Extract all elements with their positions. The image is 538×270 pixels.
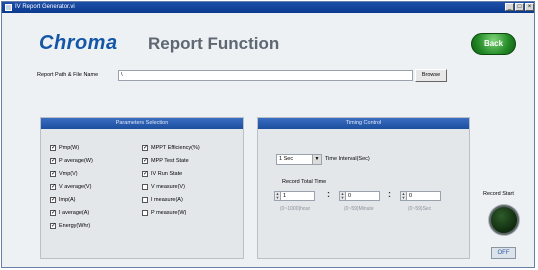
time-interval-value: 1 Sec <box>279 156 294 162</box>
window-title: IV Report Generator.vi <box>15 4 75 10</box>
report-path-label: Report Path & File Name <box>37 72 99 78</box>
checkbox-label: V average(V) <box>59 184 92 190</box>
checkbox-icon[interactable]: ✓ <box>50 210 56 216</box>
checkbox-label: Pmp(W) <box>59 145 80 151</box>
minimize-button[interactable]: _ <box>505 3 514 11</box>
spinner-icon[interactable]: ▲ ▼ <box>340 192 346 200</box>
checkbox-icon[interactable] <box>142 210 148 216</box>
record-toggle-button[interactable]: OFF <box>491 247 516 259</box>
parameters-panel: Parameters Selection ✓ Pmp(W) ✓ P averag… <box>40 117 244 259</box>
second-input[interactable]: ▲ ▼ 0 <box>400 191 441 201</box>
checkbox-icon[interactable]: ✓ <box>50 171 56 177</box>
back-button[interactable]: Back <box>471 33 516 55</box>
maximize-button[interactable]: □ <box>515 3 524 11</box>
second-value: 0 <box>409 193 413 199</box>
page-title: Report Function <box>148 34 280 53</box>
timing-panel: Timing Control 1 Sec ▼ Time Interval(Sec… <box>257 117 470 259</box>
checkbox-icon[interactable]: ✓ <box>142 145 148 151</box>
minute-input[interactable]: ▲ ▼ 0 <box>339 191 380 201</box>
checkbox-label: IV Run State <box>151 171 183 177</box>
minute-range-hint: (0~59)Minute <box>344 206 374 212</box>
checkbox-icon[interactable] <box>142 184 148 190</box>
report-path-input[interactable]: \ <box>118 70 413 81</box>
browse-button[interactable]: Browse <box>415 69 447 82</box>
record-total-time-label: Record Total Time <box>282 179 327 185</box>
second-range-hint: (0~59)Sec <box>408 206 432 212</box>
checkbox-icon[interactable]: ✓ <box>50 197 56 203</box>
time-interval-label: Time Interval(Sec) <box>325 156 370 162</box>
checkbox-icon[interactable]: ✓ <box>50 184 56 190</box>
checkbox-label: P average(W) <box>59 158 93 164</box>
app-icon <box>5 4 12 11</box>
spinner-icon[interactable]: ▲ ▼ <box>275 192 281 200</box>
time-interval-select[interactable]: 1 Sec ▼ <box>276 154 322 165</box>
spinner-icon[interactable]: ▲ ▼ <box>401 192 407 200</box>
checkbox-label: I average(A) <box>59 210 90 216</box>
checkbox-icon[interactable] <box>142 197 148 203</box>
checkbox-icon[interactable]: ✓ <box>142 171 148 177</box>
app-window: IV Report Generator.vi _ □ × Chroma Repo… <box>1 1 535 268</box>
checkbox-icon[interactable]: ✓ <box>50 223 56 229</box>
checkbox-label: Vmp(V) <box>59 171 78 177</box>
time-separator: : <box>327 189 330 199</box>
checkbox-label: MPP Test State <box>151 158 189 164</box>
checkbox-icon[interactable]: ✓ <box>50 158 56 164</box>
checkbox-label: V measure(V) <box>151 184 185 190</box>
chroma-logo: Chroma <box>39 32 118 54</box>
close-button[interactable]: × <box>525 3 534 11</box>
checkbox-label: Energy(Whr) <box>59 223 91 229</box>
minute-value: 0 <box>348 193 352 199</box>
hour-value: 1 <box>283 193 287 199</box>
parameters-panel-title: Parameters Selection <box>41 118 243 129</box>
record-start-label: Record Start <box>483 191 514 197</box>
checkbox-label: P measure(W) <box>151 210 187 216</box>
checkbox-icon[interactable]: ✓ <box>50 145 56 151</box>
hour-input[interactable]: ▲ ▼ 1 <box>274 191 315 201</box>
checkbox-label: I measure(A) <box>151 197 183 203</box>
checkbox-label: MPPT Efficiency(%) <box>151 145 200 151</box>
title-bar: IV Report Generator.vi _ □ × <box>2 2 534 13</box>
timing-panel-title: Timing Control <box>258 118 469 129</box>
time-separator: : <box>388 189 391 199</box>
hour-range-hint: (0~1000)hour <box>280 206 311 212</box>
checkbox-label: Imp(A) <box>59 197 76 203</box>
main-content: Chroma Report Function Back Report Path … <box>2 13 534 267</box>
checkbox-icon[interactable]: ✓ <box>142 158 148 164</box>
dropdown-arrow-icon[interactable]: ▼ <box>312 155 321 164</box>
record-start-led[interactable] <box>489 205 519 235</box>
